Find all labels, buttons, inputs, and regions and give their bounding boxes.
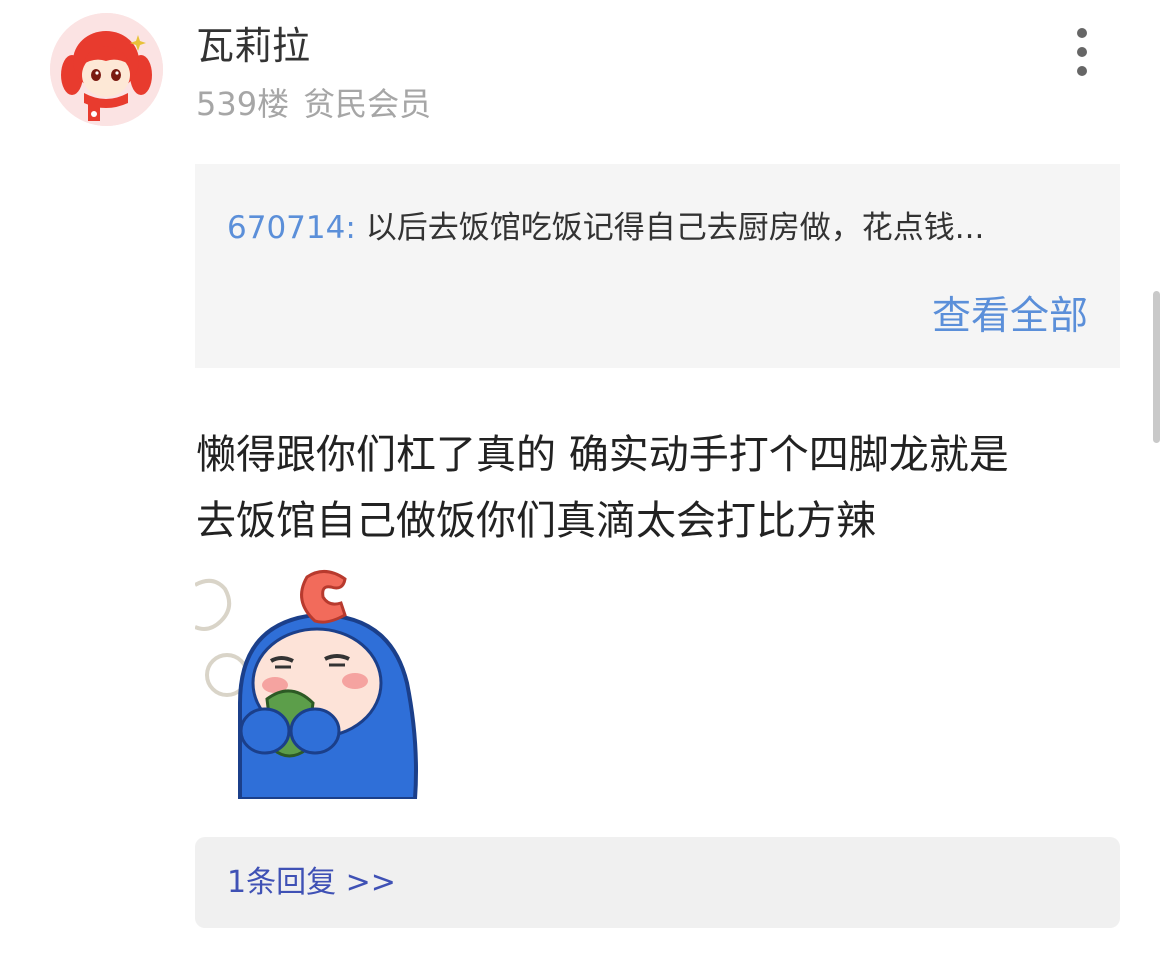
view-all-link[interactable]: 查看全部: [932, 290, 1088, 344]
avatar[interactable]: [50, 13, 163, 126]
scrollbar[interactable]: [1153, 291, 1160, 443]
quote-text: 以后去饭馆吃饭记得自己去厨房做，花点钱...: [365, 210, 985, 246]
view-replies-link[interactable]: 1条回复 >>: [227, 860, 396, 906]
reply-box[interactable]: 1条回复 >>: [195, 837, 1120, 928]
quote-user[interactable]: 670714:: [227, 210, 356, 246]
post-content-line: 懒得跟你们杠了真的 确实动手打个四脚龙就是: [196, 432, 1009, 478]
quote-line: 670714: 以后去饭馆吃饭记得自己去厨房做，花点钱...: [227, 204, 1092, 252]
post-content-line: 去饭馆自己做饭你们真滴太会打比方辣: [196, 498, 876, 544]
username[interactable]: 瓦莉拉: [196, 20, 310, 72]
member-level: 贫民会员: [303, 85, 432, 123]
more-options-button[interactable]: [1062, 24, 1102, 80]
floor-number: 539楼: [196, 85, 290, 123]
quote-box: 670714: 以后去饭馆吃饭记得自己去厨房做，花点钱... 查看全部: [195, 164, 1120, 368]
post-content: 懒得跟你们杠了真的 确实动手打个四脚龙就是 去饭馆自己做饭你们真滴太会打比方辣: [196, 422, 1120, 554]
post-meta: 539楼 贫民会员: [196, 80, 431, 128]
avatar-image: [50, 13, 163, 126]
blue-hood-sticker: [194, 570, 418, 801]
sticker-image[interactable]: [194, 563, 430, 801]
